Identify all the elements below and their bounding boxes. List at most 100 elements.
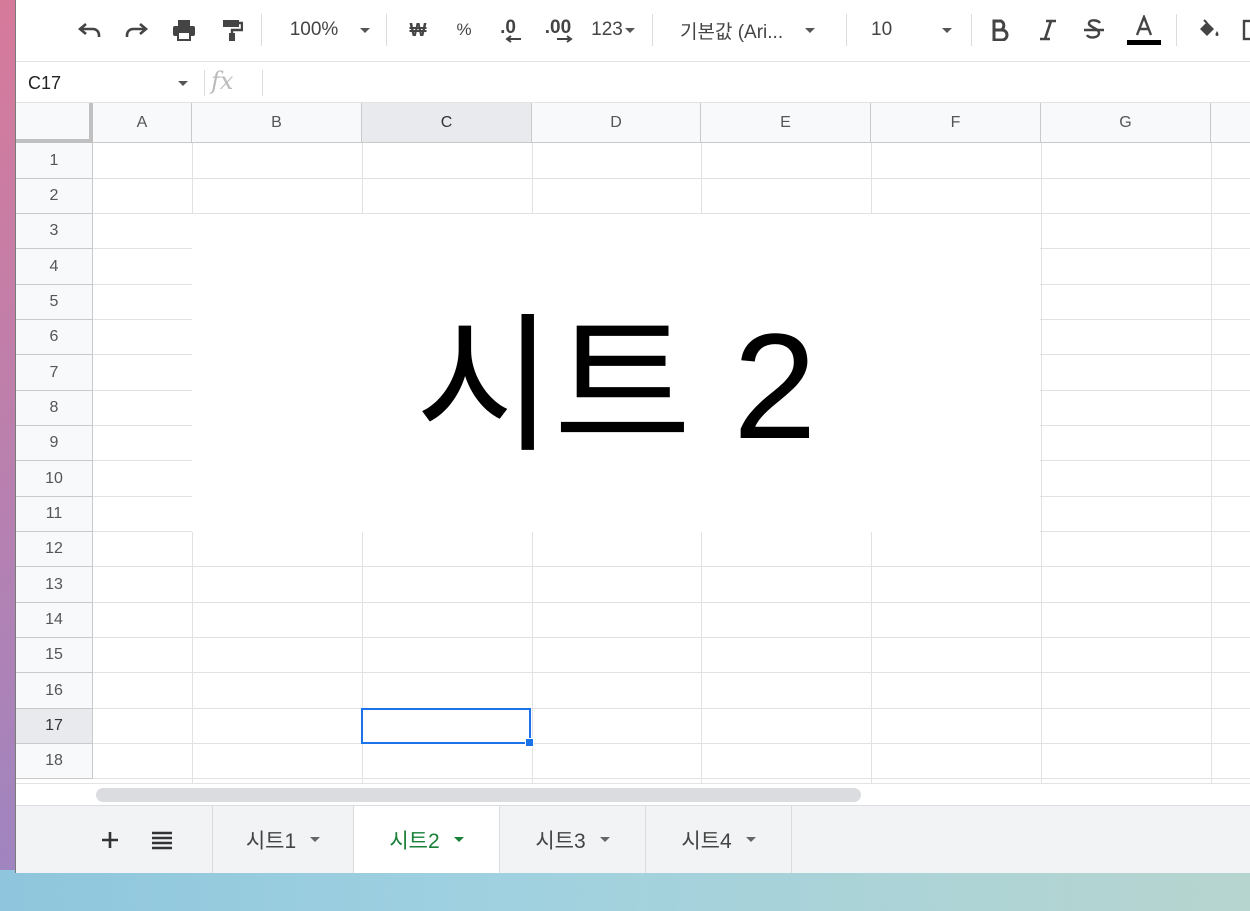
toolbar-separator <box>652 14 653 46</box>
gridline <box>93 637 1250 638</box>
undo-icon[interactable] <box>74 14 106 46</box>
formula-separator <box>262 70 263 96</box>
fill-color-icon[interactable] <box>1192 14 1224 46</box>
zoom-value: 100% <box>289 19 339 40</box>
row-header-18[interactable]: 18 <box>16 744 93 779</box>
spreadsheet-window: 100% ₩ % .0 .00 123 기본값 (Ari... 10 C17 f… <box>15 0 1250 873</box>
all-sheets-menu-icon[interactable] <box>146 824 178 856</box>
sheet-tab-2[interactable]: 시트2 <box>354 806 500 873</box>
row-header-14[interactable]: 14 <box>16 603 93 638</box>
row-header-10[interactable]: 10 <box>16 461 93 497</box>
toolbar-separator <box>1176 14 1177 46</box>
row-header-1[interactable]: 1 <box>16 143 93 179</box>
gridline <box>93 566 1250 567</box>
row-header-16[interactable]: 16 <box>16 673 93 709</box>
row-header-13[interactable]: 13 <box>16 567 93 603</box>
currency-format-button[interactable]: ₩ <box>402 14 434 46</box>
sheet-tabs-bar: 시트1 시트2 시트3 시트4 <box>16 805 1250 873</box>
horizontal-scrollbar[interactable] <box>96 788 861 802</box>
row-header-8[interactable]: 8 <box>16 391 93 426</box>
name-box[interactable]: C17 <box>28 71 188 95</box>
toolbar-separator <box>846 14 847 46</box>
row-header-2[interactable]: 2 <box>16 179 93 214</box>
number-format-select[interactable]: 123 <box>586 14 640 46</box>
chevron-down-icon[interactable] <box>599 837 610 842</box>
merged-cell-text: 시트 2 <box>415 301 817 470</box>
row-header-9[interactable]: 9 <box>16 426 93 461</box>
row-header-3[interactable]: 3 <box>16 214 93 249</box>
select-all-corner[interactable] <box>16 103 93 143</box>
gridline <box>93 708 1250 709</box>
arrow-right-icon <box>557 34 573 43</box>
selected-cell-c17[interactable] <box>361 708 531 744</box>
row-header-12[interactable]: 12 <box>16 532 93 567</box>
row-header-11[interactable]: 11 <box>16 497 93 532</box>
column-header-h[interactable] <box>1211 103 1250 143</box>
chevron-down-icon <box>805 27 816 33</box>
fill-handle[interactable] <box>525 738 534 747</box>
increase-decimal-button[interactable]: .00 <box>540 14 576 46</box>
toolbar-separator <box>261 14 262 46</box>
arrow-left-icon <box>505 34 521 43</box>
add-sheet-icon[interactable] <box>94 824 126 856</box>
chevron-down-icon[interactable] <box>310 837 321 842</box>
row-header-17[interactable]: 17 <box>16 709 93 744</box>
merged-cell[interactable]: 시트 2 <box>192 214 1040 532</box>
font-family-select[interactable]: 기본값 (Ari... <box>680 14 840 46</box>
sheet-tab-1[interactable]: 시트1 <box>212 806 354 873</box>
text-color-icon[interactable] <box>1124 14 1164 46</box>
decrease-decimal-button[interactable]: .0 <box>492 14 524 46</box>
gridline <box>1041 143 1042 783</box>
sheet-tab-label: 시트4 <box>681 829 732 853</box>
sheet-tab-label: 시트1 <box>245 829 297 853</box>
gridline <box>93 602 1250 603</box>
toolbar-separator <box>971 14 972 46</box>
chevron-down-icon <box>178 81 188 86</box>
redo-icon[interactable] <box>120 14 152 46</box>
gridline <box>93 178 1250 179</box>
currency-label: ₩ <box>409 19 427 40</box>
sheet-tab-label: 시트2 <box>389 829 440 853</box>
bold-icon[interactable] <box>984 14 1016 46</box>
fx-icon: fx <box>211 67 233 95</box>
italic-icon[interactable] <box>1032 14 1064 46</box>
paint-format-icon[interactable] <box>216 14 248 46</box>
column-header-a[interactable]: A <box>93 103 192 143</box>
fx-label: fx <box>211 67 234 95</box>
gridline <box>93 778 1250 779</box>
toolbar-separator <box>386 14 387 46</box>
gridline <box>93 743 1250 744</box>
formula-bar: C17 fx <box>16 63 1250 103</box>
column-header-c[interactable]: C <box>362 103 532 143</box>
row-header-15[interactable]: 15 <box>16 638 93 673</box>
formula-input[interactable] <box>272 69 1232 97</box>
column-header-e[interactable]: E <box>701 103 871 143</box>
chevron-down-icon <box>942 27 953 33</box>
font-name: 기본값 (Ari... <box>680 21 784 43</box>
number-format-label: 123 <box>591 19 623 40</box>
row-header-5[interactable]: 5 <box>16 285 93 320</box>
row-header-6[interactable]: 6 <box>16 320 93 355</box>
row-header-4[interactable]: 4 <box>16 249 93 285</box>
print-icon[interactable] <box>168 14 200 46</box>
cell-reference: C17 <box>28 72 62 93</box>
row-header-7[interactable]: 7 <box>16 355 93 391</box>
sheet-tab-4[interactable]: 시트4 <box>646 806 792 873</box>
column-header-d[interactable]: D <box>532 103 701 143</box>
chevron-down-icon[interactable] <box>453 837 464 842</box>
strikethrough-icon[interactable] <box>1078 14 1110 46</box>
chevron-down-icon <box>360 27 371 33</box>
percent-label: % <box>456 20 472 39</box>
sheet-tab-3[interactable]: 시트3 <box>500 806 646 873</box>
column-header-f[interactable]: F <box>871 103 1041 143</box>
font-size-select[interactable]: 10 <box>871 14 961 46</box>
percent-format-button[interactable]: % <box>448 14 480 46</box>
zoom-select[interactable]: 100% <box>280 14 380 46</box>
column-header-b[interactable]: B <box>192 103 362 143</box>
borders-icon[interactable] <box>1242 14 1250 46</box>
toolbar: 100% ₩ % .0 .00 123 기본값 (Ari... 10 <box>16 0 1250 62</box>
column-header-g[interactable]: G <box>1041 103 1211 143</box>
chevron-down-icon[interactable] <box>745 837 756 842</box>
formula-separator <box>204 70 205 96</box>
gridline <box>93 672 1250 673</box>
